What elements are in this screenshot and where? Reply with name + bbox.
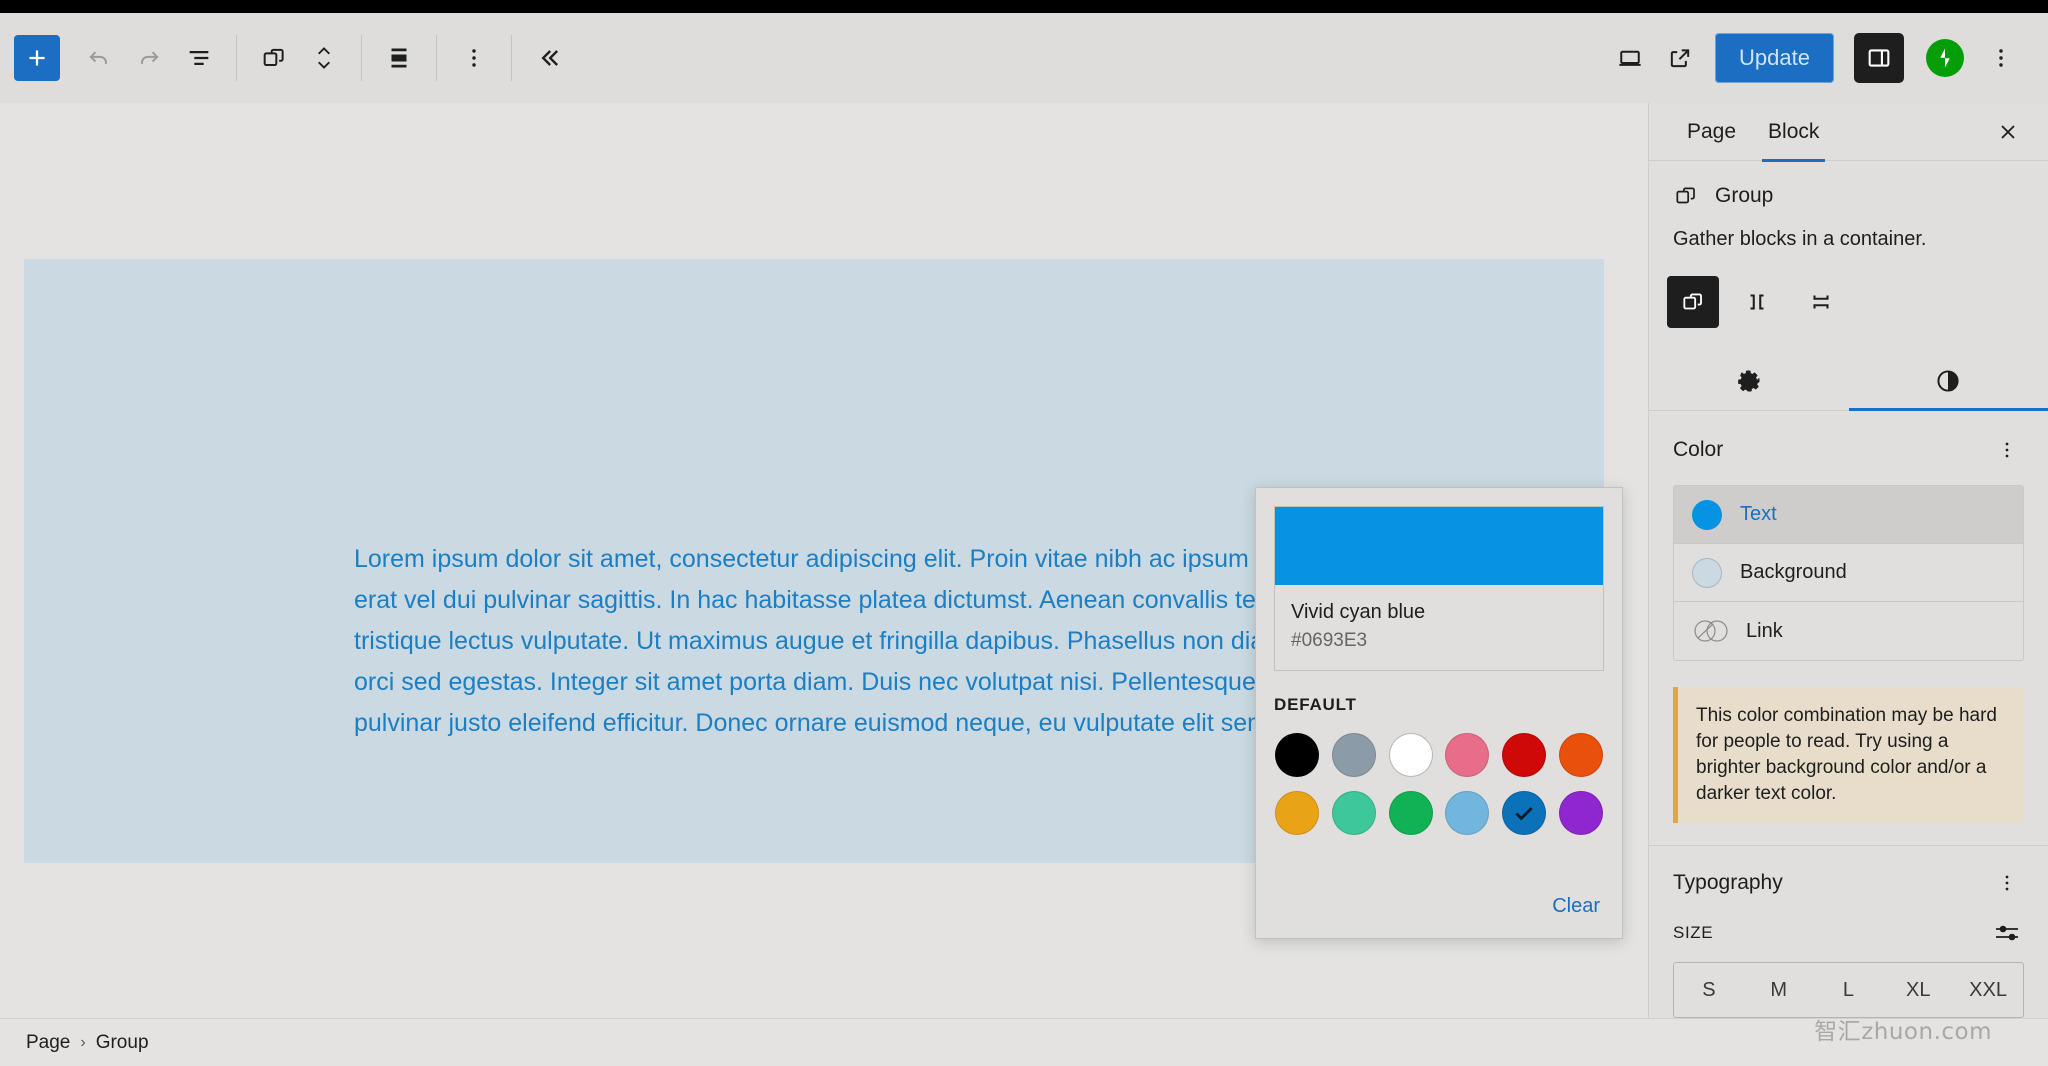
variation-group-default[interactable] bbox=[1667, 276, 1719, 328]
toolbar-divider-2 bbox=[361, 35, 362, 81]
tab-block[interactable]: Block bbox=[1752, 103, 1835, 162]
typography-panel-options-icon[interactable] bbox=[1990, 866, 2024, 900]
color-preview-meta: Vivid cyan blue #0693E3 bbox=[1275, 585, 1603, 670]
block-description: Gather blocks in a container. bbox=[1673, 228, 1927, 250]
collapse-toolbar-button[interactable] bbox=[524, 33, 574, 83]
color-row-label: Link bbox=[1746, 619, 1783, 642]
watermark: 智汇zhuon.com bbox=[1814, 1019, 1992, 1045]
editor-toolbar: Update bbox=[0, 13, 2048, 103]
sidebar-icon-tabs bbox=[1649, 352, 2048, 411]
toolbar-divider-4 bbox=[511, 35, 512, 81]
block-title-row: Group bbox=[1673, 183, 2024, 209]
block-info: Group Gather blocks in a container. bbox=[1649, 161, 2048, 252]
check-icon bbox=[1515, 807, 1533, 821]
toolbar-divider-3 bbox=[436, 35, 437, 81]
font-size-xl[interactable]: XL bbox=[1883, 963, 1953, 1017]
color-picker-popover: Vivid cyan blue #0693E3 DEFAULT Clear bbox=[1255, 487, 1623, 939]
font-size-xxl[interactable]: XXL bbox=[1953, 963, 2023, 1017]
close-icon[interactable] bbox=[1988, 112, 2028, 152]
palette-swatch-vivid-red[interactable] bbox=[1501, 733, 1546, 777]
tab-settings[interactable] bbox=[1649, 352, 1849, 410]
sidebar-tab-bar: Page Block bbox=[1649, 103, 2048, 162]
color-row-background[interactable]: Background bbox=[1674, 544, 2023, 602]
typography-panel-title: Typography bbox=[1673, 871, 1783, 894]
color-rows: Text Background Link bbox=[1673, 485, 2024, 661]
notice-text: This color combination may be hard for p… bbox=[1696, 705, 1997, 804]
toolbar-divider bbox=[236, 35, 237, 81]
breadcrumb-item-page[interactable]: Page bbox=[18, 1032, 78, 1054]
toolbar-right-group: Update bbox=[1605, 33, 2048, 83]
breadcrumb-separator: › bbox=[80, 1033, 86, 1051]
move-block-button[interactable] bbox=[299, 33, 349, 83]
palette-swatch-black[interactable] bbox=[1275, 733, 1320, 777]
color-hex-label: #0693E3 bbox=[1291, 630, 1368, 651]
more-options-button[interactable] bbox=[1976, 33, 2026, 83]
variation-group-row[interactable] bbox=[1731, 276, 1783, 328]
add-block-button[interactable] bbox=[14, 35, 60, 81]
color-preview-swatch bbox=[1275, 507, 1603, 585]
typography-panel-header: Typography bbox=[1649, 846, 2048, 900]
tab-styles[interactable] bbox=[1848, 352, 2048, 411]
block-variations bbox=[1649, 276, 2048, 328]
background-color-swatch bbox=[1692, 557, 1722, 588]
palette-swatch-pale-cyan-blue[interactable] bbox=[1445, 791, 1490, 835]
palette-swatch-grid bbox=[1256, 715, 1622, 835]
color-panel-title: Color bbox=[1673, 438, 1724, 461]
palette-swatch-pale-pink[interactable] bbox=[1445, 733, 1490, 777]
palette-swatch-vivid-purple[interactable] bbox=[1558, 791, 1603, 835]
font-size-s[interactable]: S bbox=[1674, 963, 1744, 1017]
color-panel-options-icon[interactable] bbox=[1990, 433, 2024, 467]
text-color-swatch bbox=[1692, 499, 1722, 530]
view-post-button[interactable] bbox=[1655, 33, 1705, 83]
settings-toggle-button[interactable] bbox=[1854, 33, 1904, 83]
breadcrumb: Page › Group bbox=[0, 1018, 2048, 1066]
font-size-toggle-group: S M L XL XXL bbox=[1673, 962, 2024, 1018]
block-name-label: Group bbox=[1715, 184, 1774, 207]
toolbar-left-group bbox=[0, 33, 574, 83]
tab-page[interactable]: Page bbox=[1671, 103, 1752, 161]
color-preview-card: Vivid cyan blue #0693E3 bbox=[1274, 506, 1604, 671]
redo-button[interactable] bbox=[124, 33, 174, 83]
breadcrumb-item-group[interactable]: Group bbox=[88, 1032, 157, 1054]
color-row-link[interactable]: Link bbox=[1674, 602, 2023, 660]
palette-swatch-light-green-cyan[interactable] bbox=[1331, 791, 1376, 835]
top-black-strip bbox=[0, 0, 2048, 13]
jetpack-icon[interactable] bbox=[1926, 39, 1964, 77]
font-size-m[interactable]: M bbox=[1744, 963, 1814, 1017]
undo-button[interactable] bbox=[74, 33, 124, 83]
contrast-warning-notice: This color combination may be hard for p… bbox=[1673, 687, 2024, 823]
update-button[interactable]: Update bbox=[1715, 33, 1834, 83]
clear-color-button[interactable]: Clear bbox=[1552, 895, 1600, 918]
palette-swatch-white[interactable] bbox=[1388, 733, 1433, 777]
palette-group-label: DEFAULT bbox=[1274, 695, 1357, 714]
color-panel-header: Color bbox=[1673, 433, 2024, 467]
align-button[interactable] bbox=[374, 33, 424, 83]
palette-swatch-vivid-cyan-blue[interactable] bbox=[1501, 791, 1546, 835]
palette-swatch-luminous-vivid-amber[interactable] bbox=[1275, 791, 1320, 835]
palette-swatch-vivid-green-cyan[interactable] bbox=[1388, 791, 1433, 835]
document-overview-button[interactable] bbox=[174, 33, 224, 83]
font-size-label: SIZE bbox=[1673, 923, 1714, 942]
preview-button[interactable] bbox=[1605, 33, 1655, 83]
font-size-l[interactable]: L bbox=[1814, 963, 1884, 1017]
block-options-button[interactable] bbox=[449, 33, 499, 83]
palette-swatch-cyan-bluish-gray[interactable] bbox=[1331, 733, 1376, 777]
variation-group-stack[interactable] bbox=[1795, 276, 1847, 328]
color-name-label: Vivid cyan blue bbox=[1291, 601, 1426, 623]
palette-swatch-luminous-vivid-orange[interactable] bbox=[1558, 733, 1603, 777]
block-type-group-icon-button[interactable] bbox=[249, 33, 299, 83]
color-row-label: Text bbox=[1740, 503, 1777, 525]
settings-sidebar: Page Block Group Gather blocks in a cont… bbox=[1648, 103, 2048, 1066]
group-block-icon bbox=[1673, 183, 1699, 209]
color-row-label: Background bbox=[1740, 561, 1847, 583]
color-panel: Color Text Background Link bbox=[1649, 411, 2048, 661]
editor-root: Update Lorem ipsum dolor sit amet, conse… bbox=[0, 0, 2048, 1066]
custom-size-sliders-icon[interactable] bbox=[1990, 916, 2024, 950]
link-color-swatch-icon bbox=[1692, 616, 1728, 646]
color-row-text[interactable]: Text bbox=[1674, 486, 2023, 544]
font-size-row: SIZE bbox=[1649, 900, 2048, 950]
